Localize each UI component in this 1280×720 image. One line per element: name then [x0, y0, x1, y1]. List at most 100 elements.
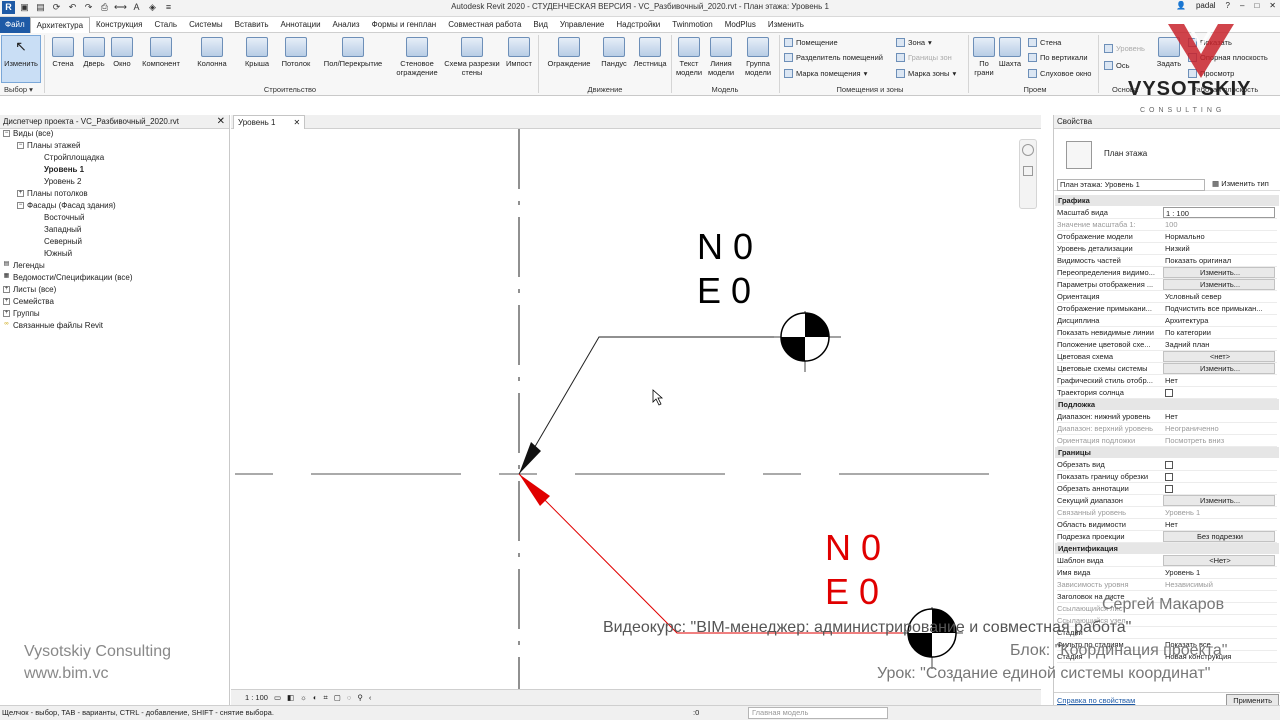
tab-view[interactable]: Вид	[527, 17, 553, 33]
close-icon[interactable]: ✕	[294, 116, 301, 129]
stair-button[interactable]: Лестница	[631, 37, 669, 68]
property-row[interactable]: Графический стиль отобр... Нет	[1057, 375, 1277, 387]
property-row[interactable]: Ориентация Условный север	[1057, 291, 1277, 303]
property-edit-button[interactable]: Изменить...	[1163, 495, 1275, 506]
reveal-hidden-icon[interactable]: ⚲	[357, 693, 363, 702]
property-row[interactable]: Секущий диапазон Изменить...	[1057, 495, 1277, 507]
shaft-button[interactable]: Шахта	[996, 37, 1024, 68]
property-row[interactable]: Параметры отображения ... Изменить...	[1057, 279, 1277, 291]
property-group-header[interactable]: Подложка	[1055, 399, 1279, 410]
by-face-button[interactable]: По грани	[971, 37, 997, 77]
property-group-header[interactable]: Границы	[1055, 447, 1279, 458]
property-row[interactable]: Связанный уровень Уровень 1	[1057, 507, 1277, 519]
close-icon[interactable]: ✕	[1269, 1, 1276, 10]
tab-manage[interactable]: Управление	[554, 17, 610, 33]
floor-button[interactable]: Пол/Перекрытие	[318, 37, 388, 68]
tab-insert[interactable]: Вставить	[229, 17, 275, 33]
visual-style-icon[interactable]: ◧	[287, 693, 294, 702]
tree-item-floor-plans[interactable]: − Планы этажей	[17, 141, 80, 150]
collapse-icon[interactable]: −	[17, 142, 24, 150]
component-button[interactable]: Компонент	[138, 37, 184, 68]
area-tag-button[interactable]: Марка зоны ▾	[896, 69, 956, 78]
door-button[interactable]: Дверь	[80, 37, 108, 68]
tab-twinmotion[interactable]: Twinmotion	[666, 17, 718, 33]
zoom-icon[interactable]	[1023, 166, 1033, 176]
tab-collaborate[interactable]: Совместная работа	[442, 17, 527, 33]
room-tag-button[interactable]: Марка помещения ▾	[784, 69, 867, 78]
tree-item-families[interactable]: + Семейства	[3, 297, 54, 306]
collapse-icon[interactable]: −	[3, 130, 10, 138]
model-group-button[interactable]: Группа модели	[740, 37, 776, 77]
project-base-point-symbol[interactable]	[903, 607, 963, 669]
window-button[interactable]: Окно	[108, 37, 136, 68]
properties-help-link[interactable]: Справка по свойствам	[1057, 696, 1135, 705]
property-row[interactable]: Обрезать аннотации	[1057, 483, 1277, 495]
property-value[interactable]	[1163, 471, 1275, 482]
modify-tool[interactable]: ↖ Изменить	[2, 37, 40, 68]
scroll-left-icon[interactable]: ‹	[369, 693, 372, 702]
property-value[interactable]	[1163, 459, 1275, 470]
roof-button[interactable]: Крыша	[240, 37, 274, 68]
dormer-button[interactable]: Слуховое окно	[1028, 69, 1091, 78]
room-separator-button[interactable]: Разделитель помещений	[784, 53, 883, 62]
show-crop-icon[interactable]: ▢	[334, 693, 341, 702]
navigation-bar[interactable]	[1019, 139, 1037, 209]
property-row[interactable]: Область видимости Нет	[1057, 519, 1277, 531]
property-row[interactable]: Ориентация подложки Посмотреть вниз	[1057, 435, 1277, 447]
property-edit-button[interactable]: Без подрезки	[1163, 531, 1275, 542]
property-edit-button[interactable]: Изменить...	[1163, 267, 1275, 278]
property-group-header[interactable]: Графика	[1055, 195, 1279, 206]
property-edit-button[interactable]: Изменить...	[1163, 279, 1275, 290]
curtain-grid-button[interactable]: Схема разрезки стены	[442, 37, 502, 77]
property-edit-button[interactable]: Изменить...	[1163, 363, 1275, 374]
ceiling-button[interactable]: Потолок	[278, 37, 314, 68]
tree-item-views[interactable]: − Виды (все)	[3, 129, 53, 138]
crop-icon[interactable]: ⌗	[324, 693, 328, 703]
tab-modplus[interactable]: ModPlus	[719, 17, 762, 33]
tree-item-schedules[interactable]: ▦ Ведомости/Спецификации (все)	[3, 273, 133, 282]
steering-wheel-icon[interactable]	[1022, 144, 1034, 156]
property-edit-button[interactable]: <Нет>	[1163, 555, 1275, 566]
temp-hide-icon[interactable]: ◌	[347, 693, 351, 702]
tree-item-south[interactable]: Южный	[44, 249, 72, 258]
property-value[interactable]	[1163, 483, 1275, 494]
property-row[interactable]: Отображение примыкани... Подчистить все п…	[1057, 303, 1277, 315]
property-row[interactable]: Показать границу обрезки	[1057, 471, 1277, 483]
maximize-icon[interactable]: □	[1254, 1, 1259, 10]
property-row[interactable]: Уровень детализации Низкий	[1057, 243, 1277, 255]
property-value[interactable]: 1 : 100	[1163, 207, 1275, 218]
property-row[interactable]: Цветовая схема <нет>	[1057, 351, 1277, 363]
property-row[interactable]: Отображение модели Нормально	[1057, 231, 1277, 243]
property-row[interactable]: Переопределения видимо... Изменить...	[1057, 267, 1277, 279]
expand-icon[interactable]: +	[3, 286, 10, 294]
tree-item-ceiling-plans[interactable]: + Планы потолков	[17, 189, 88, 198]
drawing-area[interactable]: N 0 E 0 N 0 E 0	[231, 129, 1041, 689]
tree-item-site[interactable]: Стройплощадка	[44, 153, 104, 162]
property-checkbox[interactable]	[1165, 473, 1173, 481]
property-row[interactable]: Траектория солнца	[1057, 387, 1277, 399]
view-tab-level-1[interactable]: Уровень 1 ✕	[233, 115, 306, 129]
tree-item-east[interactable]: Восточный	[44, 213, 84, 222]
user-icon[interactable]: 👤	[1176, 1, 1186, 10]
property-row[interactable]: Подрезка проекции Без подрезки	[1057, 531, 1277, 543]
help-icon[interactable]: ?	[1226, 1, 1230, 10]
property-row[interactable]: Масштаб вида 1 : 100	[1057, 207, 1277, 219]
active-model-selector[interactable]: Главная модель	[748, 707, 888, 719]
property-row[interactable]: Видимость частей Показать оригинал	[1057, 255, 1277, 267]
tab-analyze[interactable]: Анализ	[327, 17, 366, 33]
close-icon[interactable]: ✕	[217, 115, 225, 129]
wall-button[interactable]: Стена	[48, 37, 78, 68]
tab-file[interactable]: Файл	[0, 16, 30, 33]
tree-item-level-2[interactable]: Уровень 2	[44, 177, 82, 186]
survey-point-symbol[interactable]	[774, 311, 841, 372]
expand-icon[interactable]: +	[3, 310, 10, 318]
room-button[interactable]: Помещение	[784, 38, 838, 47]
tree-item-sheets[interactable]: + Листы (все)	[3, 285, 56, 294]
property-row[interactable]: Положение цветовой схе... Задний план	[1057, 339, 1277, 351]
property-row[interactable]: Шаблон вида <Нет>	[1057, 555, 1277, 567]
tab-addins[interactable]: Надстройки	[610, 17, 666, 33]
property-row[interactable]: Обрезать вид	[1057, 459, 1277, 471]
tab-modify[interactable]: Изменить	[762, 17, 810, 33]
property-row[interactable]: Имя вида Уровень 1	[1057, 567, 1277, 579]
wall-opening-button[interactable]: Стена	[1028, 38, 1061, 47]
